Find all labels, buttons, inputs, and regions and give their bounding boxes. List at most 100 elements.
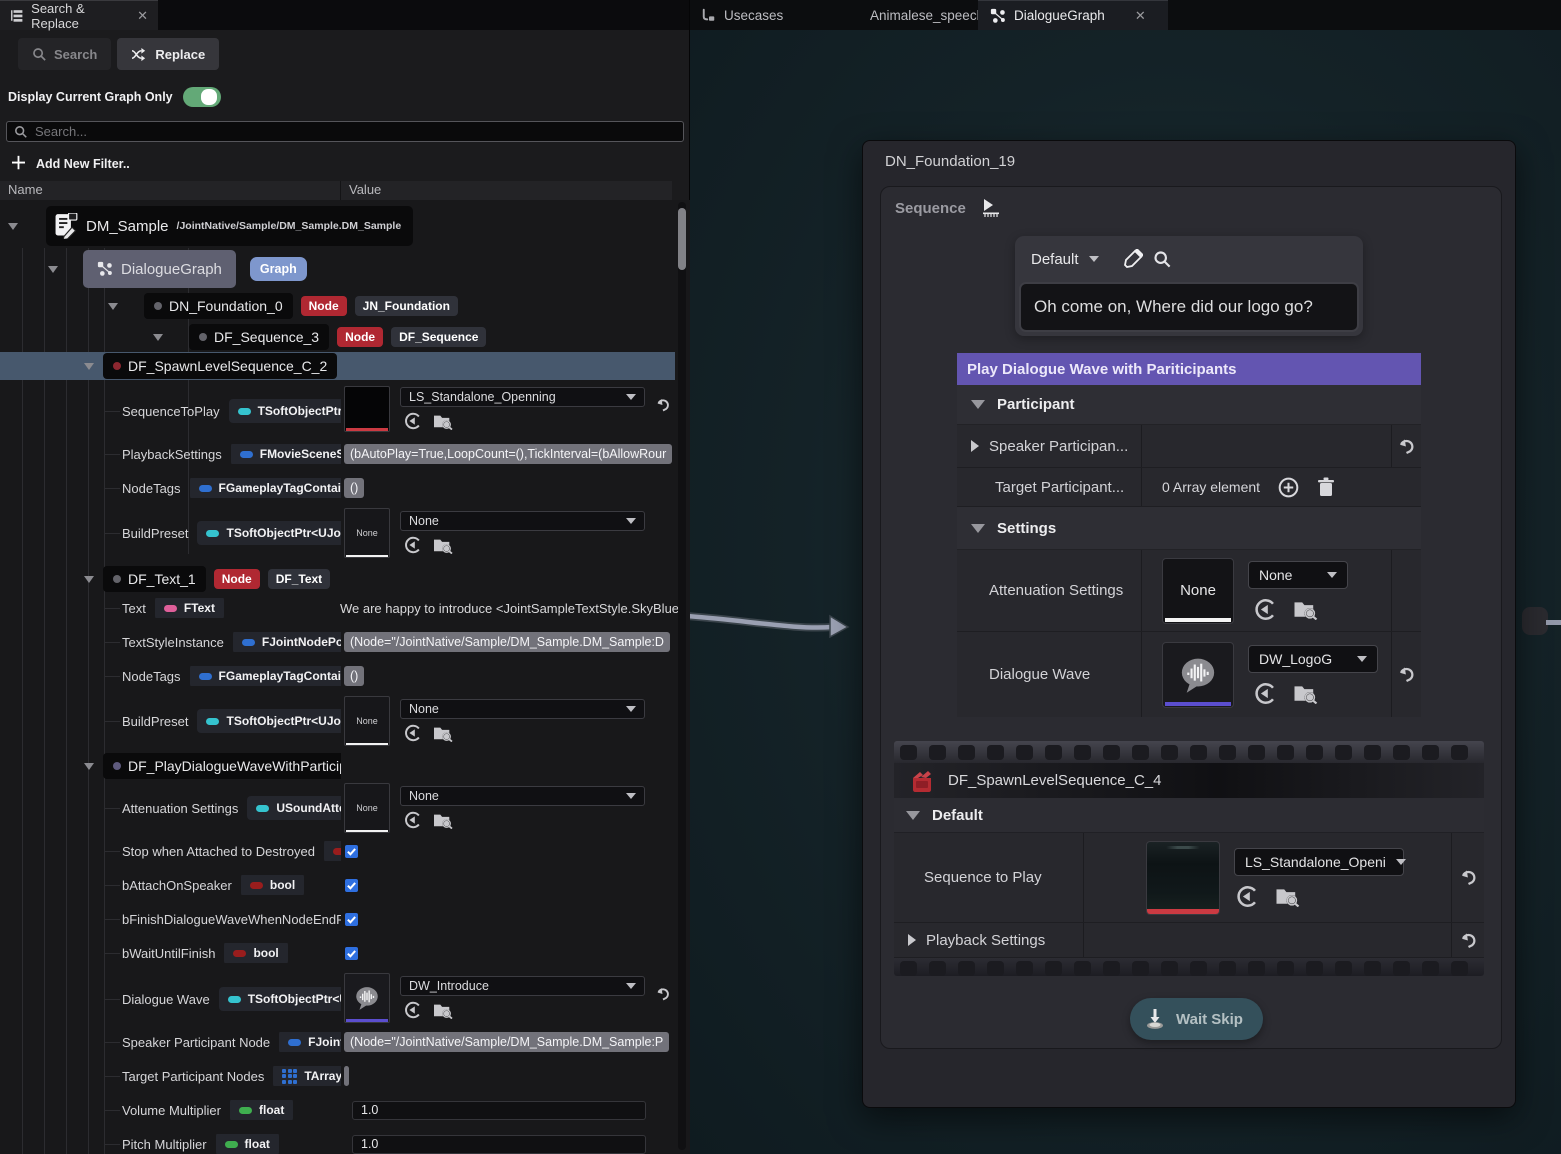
tree-row-node-selected[interactable]: DF_SpawnLevelSequence_C_2 Node bbox=[0, 352, 675, 380]
node-pill[interactable]: DN_Foundation_0 bbox=[144, 293, 293, 319]
node-pill[interactable]: DF_PlayDialogueWaveWithParticipant_ bbox=[103, 753, 341, 779]
eyedropper-icon[interactable] bbox=[1123, 249, 1143, 269]
struct-value[interactable]: (Node="/JointNative/Sample/DM_Sample.DM_… bbox=[344, 632, 670, 652]
struct-value[interactable]: () bbox=[344, 478, 364, 498]
add-element-icon[interactable] bbox=[1278, 477, 1299, 498]
tab-search-replace[interactable]: Search & Replace ✕ bbox=[0, 0, 158, 30]
node-pill[interactable]: DF_SpawnLevelSequence_C_2 bbox=[103, 353, 337, 379]
use-selected-icon[interactable] bbox=[404, 811, 422, 829]
asset-combo[interactable]: None bbox=[400, 511, 645, 531]
use-selected-icon[interactable] bbox=[1236, 885, 1259, 908]
dialogue-text-box[interactable]: Oh come on, Where did our logo go? bbox=[1019, 282, 1359, 332]
level-sequence-thumbnail[interactable] bbox=[1146, 841, 1220, 915]
asset-combo[interactable]: DW_LogoG bbox=[1248, 645, 1378, 673]
tree-row-graph[interactable]: DialogueGraph Graph bbox=[0, 249, 675, 289]
asset-thumbnail[interactable]: None bbox=[344, 508, 390, 558]
property-row[interactable]: Text FText We are happy to introduce <Jo… bbox=[0, 598, 675, 618]
asset-combo[interactable]: LS_Standalone_Openning bbox=[400, 387, 645, 407]
tree-row-node[interactable]: DF_Text_1 Node DF_Text bbox=[0, 565, 675, 593]
property-row[interactable]: TextStyleInstance FJointNodePoi (Node="/… bbox=[0, 632, 675, 652]
reset-to-default-icon[interactable] bbox=[1397, 665, 1416, 684]
bool-checkbox[interactable] bbox=[344, 878, 359, 893]
asset-thumbnail[interactable] bbox=[344, 973, 390, 1023]
node-pill[interactable]: DF_Text_1 bbox=[103, 566, 206, 592]
property-row[interactable]: BuildPreset TSoftObjectPtr<UJoint None N… bbox=[0, 693, 675, 749]
property-row[interactable]: NodeTags FGameplayTagContainer () bbox=[0, 478, 675, 498]
struct-value[interactable]: () bbox=[344, 666, 364, 686]
tree-row-asset[interactable]: DM_Sample /JointNative/Sample/DM_Sample.… bbox=[0, 203, 675, 249]
replace-mode-button[interactable]: Replace bbox=[117, 38, 219, 70]
volume-multiplier-input[interactable] bbox=[352, 1101, 646, 1120]
property-row[interactable]: bAttachOnSpeaker bool bbox=[0, 875, 675, 895]
tree-row-node[interactable]: DF_PlayDialogueWaveWithParticipant_ bbox=[0, 752, 675, 780]
browse-to-asset-icon[interactable] bbox=[433, 811, 453, 829]
wait-skip-button[interactable]: Wait Skip bbox=[1130, 998, 1263, 1040]
tree-row-node[interactable]: DN_Foundation_0 Node JN_Foundation bbox=[0, 292, 675, 320]
browse-to-asset-icon[interactable] bbox=[1275, 885, 1300, 907]
asset-combo[interactable]: LS_Standalone_Openi bbox=[1234, 848, 1404, 876]
search-icon[interactable] bbox=[1153, 250, 1172, 269]
property-row[interactable]: Speaker Participant Node FJoint (Node="/… bbox=[0, 1032, 675, 1052]
caret-down-icon[interactable] bbox=[108, 303, 118, 310]
graph-node-dn-foundation-19[interactable]: DN_Foundation_19 Sequence Default bbox=[862, 140, 1516, 1108]
bool-checkbox[interactable] bbox=[344, 946, 359, 961]
use-selected-icon[interactable] bbox=[404, 536, 422, 554]
add-new-filter-button[interactable]: ＋ Add New Filter.. bbox=[10, 155, 130, 172]
close-icon[interactable]: ✕ bbox=[1135, 9, 1146, 22]
property-row[interactable]: BuildPreset TSoftObjectPtr<UJoint None N… bbox=[0, 505, 675, 561]
asset-combo[interactable]: None bbox=[400, 699, 645, 719]
asset-thumbnail[interactable]: None bbox=[1162, 558, 1234, 624]
scrollbar-track[interactable] bbox=[678, 202, 686, 1150]
asset-pill[interactable]: DM_Sample /JointNative/Sample/DM_Sample.… bbox=[46, 206, 413, 246]
search-mode-button[interactable]: Search bbox=[18, 38, 111, 70]
browse-to-asset-icon[interactable] bbox=[433, 412, 453, 430]
asset-combo[interactable]: None bbox=[400, 786, 645, 806]
tab-animalese-speech[interactable]: Animalese_speech bbox=[850, 0, 978, 30]
use-selected-icon[interactable] bbox=[1254, 682, 1277, 705]
caret-down-icon[interactable] bbox=[153, 334, 163, 341]
property-row[interactable]: Target Participant Nodes TArray bbox=[0, 1066, 675, 1086]
delete-elements-icon[interactable] bbox=[1317, 477, 1335, 497]
graph-canvas[interactable]: DN_Foundation_19 Sequence Default bbox=[690, 30, 1561, 1154]
browse-to-asset-icon[interactable] bbox=[433, 1001, 453, 1019]
reset-to-default-icon[interactable] bbox=[655, 986, 671, 1002]
pitch-multiplier-input[interactable] bbox=[352, 1135, 646, 1154]
reset-to-default-icon[interactable] bbox=[1459, 868, 1478, 887]
property-row[interactable]: Volume Multiplier float bbox=[0, 1100, 675, 1120]
property-row[interactable]: bFinishDialogueWaveWhenNodeEndPl bbox=[0, 909, 675, 929]
participant-section-header[interactable]: Participant bbox=[957, 385, 1421, 425]
output-pin[interactable] bbox=[1522, 607, 1548, 635]
caret-down-icon[interactable] bbox=[8, 223, 18, 230]
asset-combo[interactable]: None bbox=[1248, 561, 1348, 589]
style-selector[interactable]: Default bbox=[1031, 251, 1079, 268]
struct-value[interactable]: (bAutoPlay=True,LoopCount=(),TickInterva… bbox=[344, 444, 672, 464]
caret-down-icon[interactable] bbox=[84, 576, 94, 583]
browse-to-asset-icon[interactable] bbox=[433, 724, 453, 742]
close-icon[interactable]: ✕ bbox=[137, 9, 148, 22]
struct-value[interactable]: (Node="/JointNative/Sample/DM_Sample.DM_… bbox=[344, 1032, 669, 1052]
property-row[interactable]: PlaybackSettings FMovieSceneSe (bAutoPla… bbox=[0, 444, 675, 464]
browse-to-asset-icon[interactable] bbox=[1293, 598, 1318, 620]
tree-row-node[interactable]: DF_Sequence_3 Node DF_Sequence bbox=[0, 323, 675, 351]
property-row[interactable]: Attenuation Settings USoundAtten None No… bbox=[0, 780, 675, 836]
node-pill[interactable]: DF_Sequence_3 bbox=[189, 324, 329, 350]
use-selected-icon[interactable] bbox=[404, 724, 422, 742]
use-selected-icon[interactable] bbox=[404, 412, 422, 430]
caret-down-icon[interactable] bbox=[84, 363, 94, 370]
browse-to-asset-icon[interactable] bbox=[1293, 682, 1318, 704]
property-row[interactable]: Dialogue Wave TSoftObjectPtr<UD DW_Intro… bbox=[0, 970, 675, 1028]
reset-to-default-icon[interactable] bbox=[1397, 437, 1416, 456]
property-row[interactable]: bWaitUntilFinish bool bbox=[0, 943, 675, 963]
reset-to-default-icon[interactable] bbox=[655, 397, 671, 413]
tree-search-input[interactable] bbox=[35, 124, 676, 139]
property-row[interactable]: Pitch Multiplier float bbox=[0, 1134, 675, 1154]
graph-pill[interactable]: DialogueGraph bbox=[83, 250, 236, 288]
browse-to-asset-icon[interactable] bbox=[433, 536, 453, 554]
tab-dialoguegraph[interactable]: DialogueGraph ✕ bbox=[978, 0, 1168, 30]
caret-right-icon[interactable] bbox=[908, 934, 916, 946]
display-current-graph-toggle[interactable] bbox=[183, 87, 221, 107]
property-row[interactable]: NodeTags FGameplayTagContainer () bbox=[0, 666, 675, 686]
text-value[interactable]: We are happy to introduce <JointSampleTe… bbox=[340, 601, 679, 616]
play-sequence-icon[interactable] bbox=[980, 198, 1002, 218]
reset-to-default-icon[interactable] bbox=[1459, 931, 1478, 950]
